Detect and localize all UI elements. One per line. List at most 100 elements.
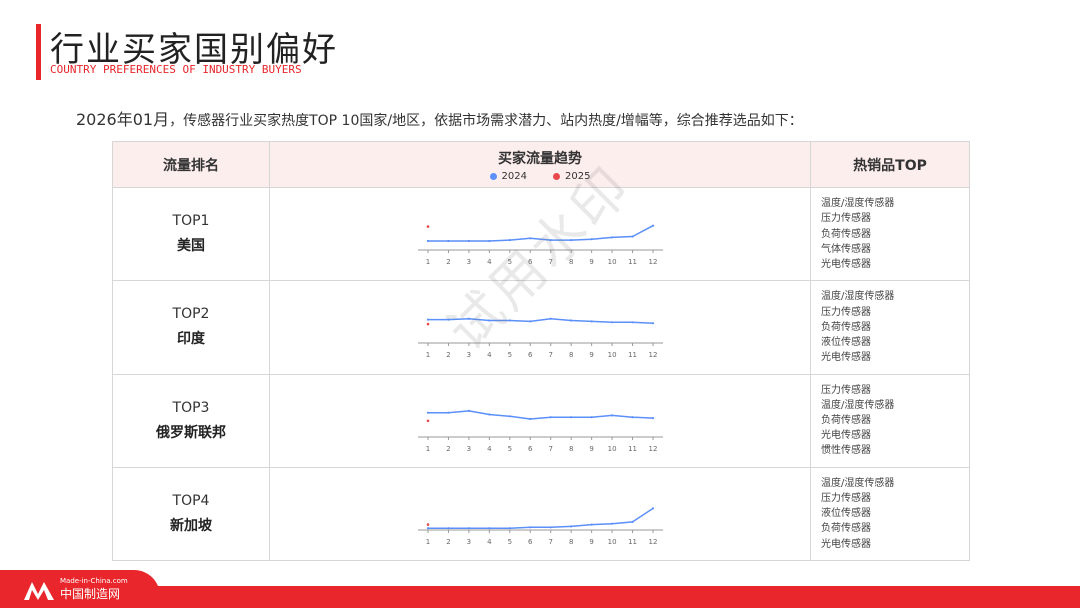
rank-label: TOP3 [172, 399, 210, 416]
x-tick-label: 12 [649, 445, 658, 453]
title-accent-bar [36, 24, 41, 80]
legend-dot-2024 [489, 172, 497, 180]
x-tick-label: 4 [487, 258, 492, 266]
x-tick-label: 8 [569, 445, 573, 453]
data-point-2024 [467, 317, 471, 321]
trend-chart-cell: 1 2 3 4 5 6 7 8 9 10 11 12 [269, 373, 811, 468]
header-trend-label: 买家流量趋势 [498, 150, 582, 167]
rank-label: TOP2 [172, 306, 210, 323]
x-tick-label: 5 [508, 445, 512, 453]
x-tick-label: 9 [589, 538, 593, 546]
data-point-2024 [610, 522, 614, 525]
data-point-2024 [549, 526, 552, 529]
legend-item-2025: 2025 [553, 171, 590, 182]
header-rank: 流量排名 [112, 141, 270, 188]
rank-label: TOP4 [172, 492, 210, 509]
data-point-2024 [570, 525, 573, 528]
data-point-2024 [529, 417, 532, 420]
list-item: 负荷传感器 [821, 523, 871, 535]
data-point-2024 [610, 321, 614, 324]
rank-label: TOP1 [172, 213, 210, 230]
x-tick-label: 7 [548, 538, 552, 546]
list-item: 气体传感器 [821, 243, 871, 255]
data-point-2024 [467, 240, 471, 243]
data-point-2024 [447, 240, 450, 243]
x-tick-label: 4 [487, 538, 492, 546]
list-item: 光电传感器 [821, 352, 871, 364]
x-tick-label: 6 [528, 258, 533, 266]
x-tick-label: 2 [446, 351, 450, 359]
list-item: 温度/湿度传感器 [821, 198, 895, 210]
series-line-2024 [428, 225, 654, 242]
data-point-2024 [590, 415, 593, 418]
data-point-2025 [426, 323, 430, 326]
list-item: 压力传感器 [821, 213, 871, 225]
rank-cell: TOP2 印度 [112, 280, 270, 375]
x-tick-label: 4 [487, 351, 492, 359]
data-point-2024 [488, 319, 491, 322]
data-point-2024 [549, 415, 552, 418]
intro-body: ，传感器行业买家热度TOP 10国家/地区，依据市场需求潜力、站内热度/增幅等，… [169, 113, 803, 129]
page-subtitle: COUNTRY PREFERENCES OF INDUSTRY BUYERS [50, 63, 302, 76]
x-tick-label: 1 [426, 258, 430, 266]
x-tick-label: 11 [628, 538, 637, 546]
intro-date: 2026年01月 [76, 110, 170, 129]
data-point-2024 [508, 319, 511, 322]
x-tick-label: 8 [569, 351, 573, 359]
x-tick-label: 12 [649, 258, 658, 266]
data-point-2024 [631, 520, 634, 523]
x-tick-label: 10 [608, 351, 617, 359]
table-row: TOP1 美国 1 2 3 4 5 6 7 8 9 10 11 12 温度/湿度传感器 压力传感器 负… [112, 186, 970, 282]
data-point-2024 [570, 319, 573, 322]
data-point-2024 [488, 413, 491, 416]
series-line-2024 [428, 409, 654, 420]
header-trend: 买家流量趋势 2024 2025 [269, 141, 811, 188]
made-in-china-logo-icon [24, 582, 54, 600]
legend-label-2024: 2024 [501, 170, 527, 182]
x-tick-label: 2 [446, 258, 450, 266]
x-tick-label: 7 [548, 445, 552, 453]
data-point-2024 [590, 523, 593, 526]
rank-cell: TOP4 新加坡 [112, 466, 270, 562]
x-tick-label: 9 [589, 258, 593, 266]
data-point-2024 [508, 239, 511, 242]
list-item: 温度/湿度传感器 [821, 291, 895, 303]
legend-label-2025: 2025 [565, 170, 591, 182]
list-item: 压力传感器 [821, 384, 871, 396]
x-tick-label: 3 [467, 351, 471, 359]
table-row: TOP3 俄罗斯联邦 1 2 3 4 5 6 7 8 9 10 11 12 压力传感器 温度/湿度传感… [112, 373, 970, 468]
country-name: 印度 [177, 331, 205, 348]
data-point-2025 [426, 419, 430, 422]
series-line-2024 [428, 507, 654, 529]
x-tick-label: 1 [426, 538, 430, 546]
country-name: 美国 [177, 238, 205, 255]
product-list: 温度/湿度传感器 压力传感器 液位传感器 负荷传感器 光电传感器 [821, 476, 969, 552]
x-tick-label: 3 [467, 538, 471, 546]
x-tick-label: 10 [608, 258, 617, 266]
x-tick-label: 2 [446, 538, 450, 546]
data-point-2024 [651, 322, 655, 325]
trend-chart-cell: 1 2 3 4 5 6 7 8 9 10 11 12 [269, 280, 811, 375]
trend-chart-1: 1 2 3 4 5 6 7 8 9 10 11 12 [418, 224, 663, 266]
footer-logo-text: Made-in-China.com 中国制造网 [60, 577, 128, 602]
data-point-2024 [610, 236, 614, 239]
table-row: TOP4 新加坡 1 2 3 4 5 6 7 8 9 10 11 12 温度/湿度传感器 压力传感器 … [112, 466, 970, 562]
data-point-2024 [508, 526, 511, 530]
x-tick-label: 9 [589, 351, 593, 359]
data-point-2024 [508, 414, 511, 418]
x-tick-label: 5 [508, 538, 512, 546]
rank-cell: TOP3 俄罗斯联邦 [112, 373, 270, 468]
trend-chart-3: 1 2 3 4 5 6 7 8 9 10 11 12 [418, 409, 663, 453]
intro-text: 2026年01月，传感器行业买家热度TOP 10国家/地区，依据市场需求潜力、站… [76, 106, 803, 130]
data-point-2024 [426, 526, 430, 530]
products-cell: 温度/湿度传感器 压力传感器 负荷传感器 液位传感器 光电传感器 [810, 280, 970, 375]
legend-item-2024: 2024 [489, 170, 527, 182]
data-point-2024 [467, 409, 471, 412]
data-point-2025 [426, 225, 430, 229]
x-tick-label: 10 [608, 538, 617, 546]
data-point-2024 [651, 507, 655, 510]
x-tick-label: 6 [528, 538, 533, 546]
list-item: 压力传感器 [821, 306, 871, 318]
x-tick-label: 3 [467, 258, 471, 266]
data-point-2024 [590, 238, 593, 241]
